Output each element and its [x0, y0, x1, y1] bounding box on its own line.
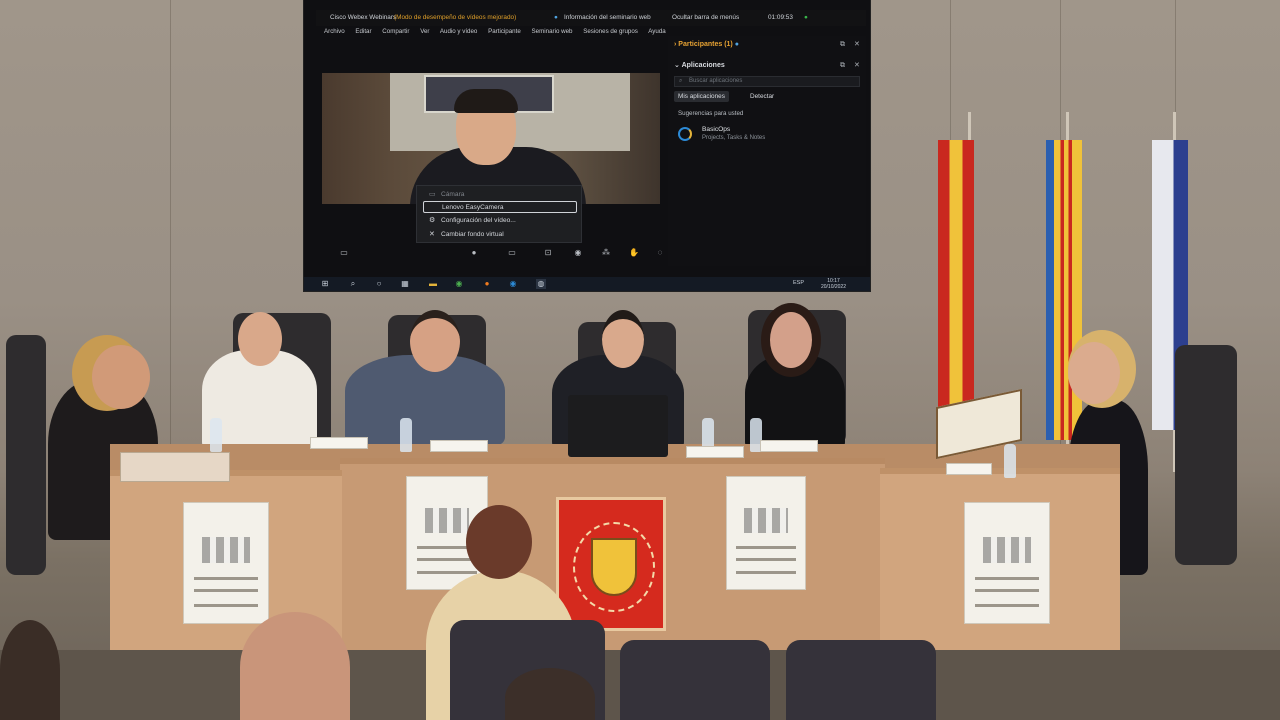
popout-icon[interactable]: ⧉	[840, 39, 845, 51]
chevron-down-icon: ⌄	[674, 62, 680, 69]
audience-head	[0, 620, 60, 720]
windows-start-icon[interactable]: ⊞	[320, 279, 330, 289]
tab-my-apps[interactable]: Mis aplicaciones	[674, 91, 729, 102]
basicops-app-icon[interactable]	[678, 127, 692, 141]
windows-taskbar: ⊞ ⌕ ○ ▦ ▬ ◉ ● ◉ ◍ ESP 10:17 20/10/2022	[304, 277, 870, 291]
search-icon[interactable]: ⌕	[348, 279, 358, 289]
camera-menu-header: ▭ Cámara	[423, 189, 577, 201]
event-poster	[726, 476, 806, 590]
paper-stack	[120, 452, 230, 482]
panelist-4-head	[602, 310, 644, 368]
record-icon[interactable]: ◉	[572, 247, 584, 259]
menu-sesiones[interactable]: Sesiones de grupos	[583, 28, 638, 35]
projected-screen: Cisco Webex Webinars (Modo de desempeño …	[304, 0, 870, 291]
virtual-background-option[interactable]: ✕ Cambiar fondo virtual	[423, 229, 577, 241]
system-clock[interactable]: 10:17 20/10/2022	[821, 278, 846, 290]
meeting-timer: 01:09:53	[768, 14, 793, 21]
performance-notice: (Modo de desempeño de vídeos mejorado)	[394, 14, 517, 21]
menu-ayuda[interactable]: Ayuda	[648, 28, 665, 35]
menu-participante[interactable]: Participante	[488, 28, 521, 35]
input-language[interactable]: ESP	[793, 280, 804, 286]
firefox-icon[interactable]: ●	[482, 279, 492, 289]
app-title: Cisco Webex Webinars	[330, 14, 397, 21]
nameplate	[760, 440, 818, 452]
background-icon: ✕	[429, 231, 435, 238]
nameplate	[946, 463, 992, 475]
app-name[interactable]: BasicOps	[702, 126, 730, 133]
audience-head	[466, 505, 532, 579]
side-panel: › Participantes (1) ● ⧉ ✕ ⌄ Aplicaciones…	[668, 36, 866, 266]
water-bottle	[400, 418, 412, 452]
microphone-icon[interactable]: ●	[468, 247, 480, 259]
camera-icon: ▭	[429, 191, 436, 198]
chair	[1175, 345, 1237, 565]
audience-head	[505, 668, 595, 720]
spain-flag	[938, 140, 974, 410]
video-icon[interactable]: ▭	[506, 247, 518, 259]
webex-title-bar: Cisco Webex Webinars (Modo de desempeño …	[316, 10, 866, 26]
close-icon[interactable]: ✕	[854, 39, 860, 51]
chair	[6, 335, 46, 575]
menu-ver[interactable]: Ver	[420, 28, 429, 35]
chrome-icon[interactable]: ◉	[454, 279, 464, 289]
panelist-5-head	[770, 312, 812, 368]
university-seal	[556, 497, 666, 631]
apps-search-input[interactable]: ⌕ Buscar aplicaciones	[674, 76, 860, 87]
hide-menu-button[interactable]: Ocultar barra de menús	[672, 10, 739, 26]
suggestions-title: Sugerencias para usted	[678, 110, 744, 117]
share-icon[interactable]: ⊡	[542, 247, 554, 259]
event-poster	[964, 502, 1050, 624]
info-icon: ●	[554, 14, 558, 21]
reactions-icon[interactable]: ✋	[628, 247, 640, 259]
video-settings-option[interactable]: ⚙ Configuración del vídeo...	[423, 215, 577, 227]
audience-chair	[620, 640, 770, 720]
layout-icon[interactable]: ▭	[338, 247, 350, 259]
tab-discover[interactable]: Detectar	[746, 91, 778, 102]
event-poster	[183, 502, 269, 624]
nameplate	[430, 440, 488, 452]
gear-icon: ⚙	[429, 217, 436, 224]
water-bottle	[210, 418, 222, 452]
audience-chair	[786, 640, 936, 720]
laptop	[568, 395, 668, 457]
menu-audio-video[interactable]: Audio y vídeo	[440, 28, 478, 35]
menu-bar: Archivo Editar Compartir Ver Audio y víd…	[324, 26, 674, 38]
more-icon[interactable]: ◌	[654, 247, 666, 259]
edge-icon[interactable]: ◉	[508, 279, 518, 289]
app-description: Projects, Tasks & Notes	[702, 135, 766, 141]
popout-icon[interactable]: ⧉	[840, 60, 845, 72]
record-dot-icon: ●	[804, 14, 808, 21]
panelist-1-head	[92, 345, 150, 409]
task-view-icon[interactable]: ○	[374, 279, 384, 289]
event-info-button[interactable]: Información del seminario web	[564, 10, 651, 26]
nameplate	[310, 437, 368, 449]
menu-archivo[interactable]: Archivo	[324, 28, 345, 35]
chevron-right-icon: ›	[674, 41, 677, 48]
apps-icon[interactable]: ⁂	[600, 247, 612, 259]
webex-taskbar-icon[interactable]: ◍	[536, 279, 546, 289]
wall-panel-line	[170, 0, 171, 470]
search-icon: ⌕	[679, 78, 683, 84]
audience-head	[240, 612, 350, 720]
water-bottle	[1004, 444, 1016, 478]
nameplate	[686, 446, 744, 458]
menu-seminario[interactable]: Seminario web	[532, 28, 573, 35]
status-dot-icon: ●	[734, 41, 739, 48]
close-icon[interactable]: ✕	[854, 60, 860, 72]
panelist-6-head	[1068, 342, 1120, 404]
menu-editar[interactable]: Editar	[355, 28, 371, 35]
panelist-3-head	[410, 310, 460, 372]
menu-compartir[interactable]: Compartir	[382, 28, 409, 35]
camera-menu: ▭ Cámara Lenovo EasyCamera ⚙ Configuraci…	[416, 185, 582, 243]
folder-icon[interactable]: ▬	[428, 279, 438, 289]
widgets-icon[interactable]: ▦	[400, 279, 410, 289]
panelist-2-head	[238, 312, 282, 366]
camera-option-selected[interactable]: Lenovo EasyCamera	[423, 201, 577, 213]
apps-header[interactable]: ⌄ Aplicaciones	[674, 60, 725, 72]
participants-header[interactable]: › Participantes (1) ●	[674, 39, 739, 51]
